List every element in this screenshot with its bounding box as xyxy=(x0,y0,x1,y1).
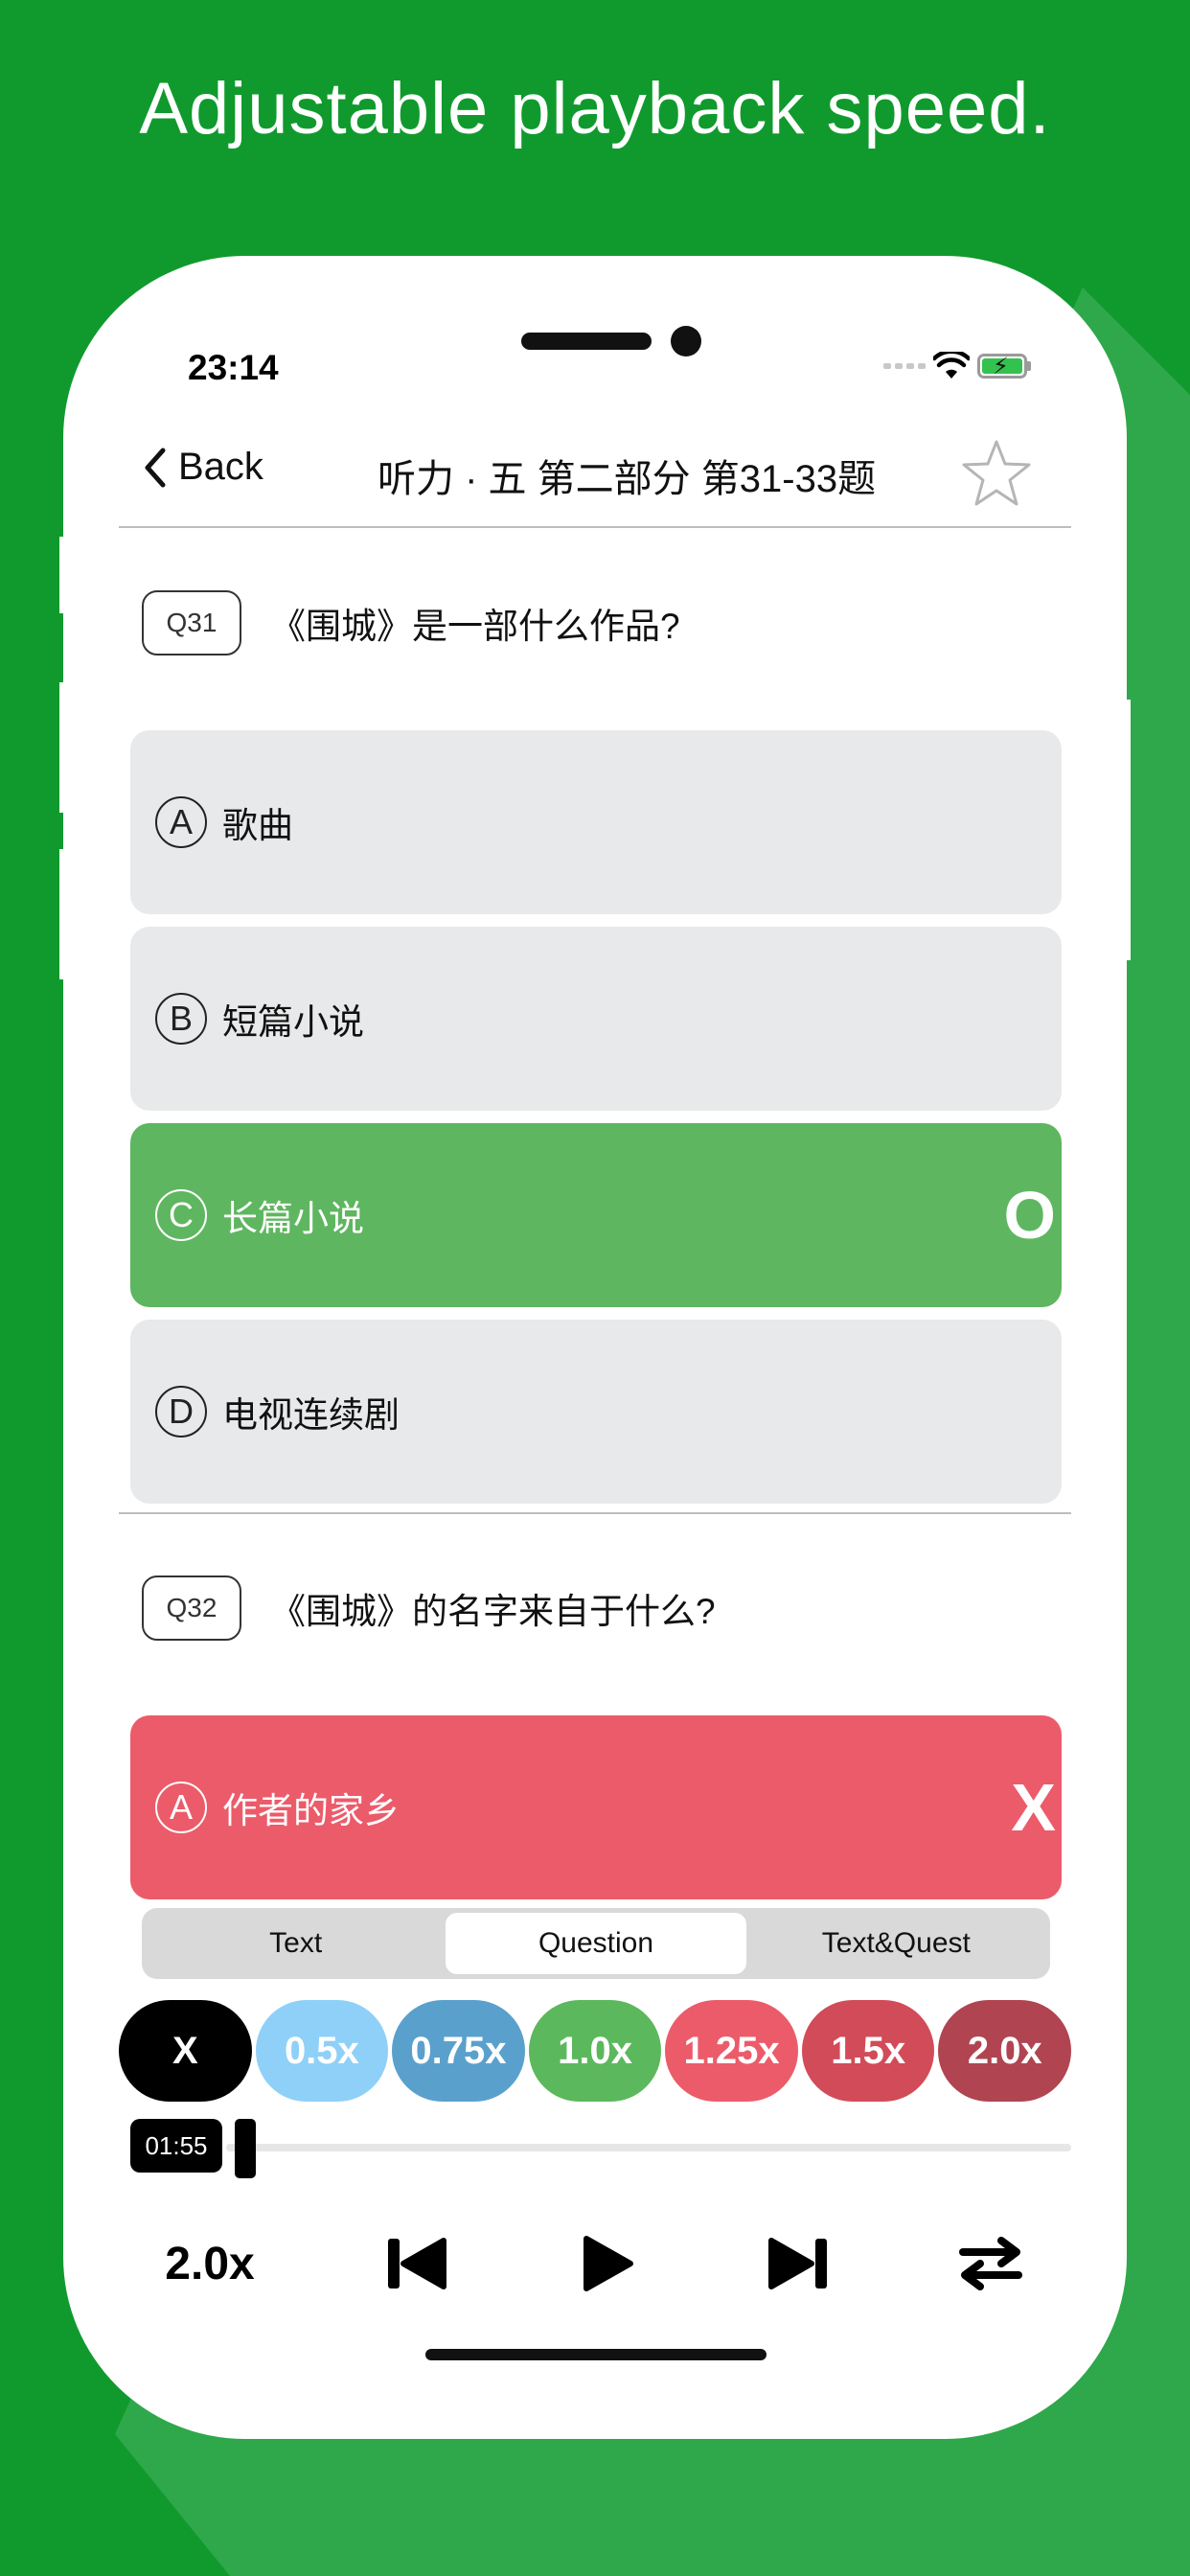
back-button[interactable]: Back xyxy=(142,446,263,489)
option-text: 短篇小说 xyxy=(222,1002,364,1042)
home-indicator xyxy=(425,2349,767,2360)
question-number-badge: Q32 xyxy=(142,1576,241,1641)
option-text: 长篇小说 xyxy=(222,1199,364,1238)
status-time: 23:14 xyxy=(188,348,279,387)
repeat-mode-button[interactable] xyxy=(943,2211,1039,2316)
speaker-grille xyxy=(521,333,652,350)
play-button[interactable] xyxy=(560,2211,655,2316)
favorite-button[interactable] xyxy=(960,438,1033,514)
question-header-q32: Q32 《围城》的名字来自于什么? xyxy=(142,1576,716,1641)
q31-option-c[interactable]: C 长篇小说 O xyxy=(130,1123,1062,1307)
option-letter: C xyxy=(155,1189,207,1241)
progress-thumb[interactable] xyxy=(234,2119,256,2178)
speed-1-25x-button[interactable]: 1.25x xyxy=(665,2000,798,2102)
skip-previous-icon xyxy=(388,2238,446,2289)
back-label: Back xyxy=(178,446,263,488)
promo-headline: Adjustable playback speed. xyxy=(139,68,1051,150)
question-number-badge: Q31 xyxy=(142,590,241,656)
q31-option-a[interactable]: A 歌曲 xyxy=(130,730,1062,914)
question-text: 《围城》的名字来自于什么? xyxy=(270,1592,716,1631)
nav-divider xyxy=(119,526,1071,528)
wifi-icon xyxy=(933,352,970,379)
speed-1-0x-button[interactable]: 1.0x xyxy=(528,2000,662,2102)
option-letter: A xyxy=(155,1782,207,1833)
progress-track[interactable] xyxy=(226,2144,1071,2151)
repeat-arrows-icon xyxy=(959,2237,1022,2290)
player-controls: 2.0x xyxy=(119,2211,1071,2316)
question-header-q31: Q31 《围城》是一部什么作品? xyxy=(142,590,680,656)
wrong-mark: X xyxy=(1011,1770,1056,1845)
q31-option-d[interactable]: D 电视连续剧 xyxy=(130,1320,1062,1504)
speed-2-0x-button[interactable]: 2.0x xyxy=(938,2000,1072,2102)
page-title: 听力 · 五 第二部分 第31-33题 xyxy=(378,458,877,500)
chevron-left-icon xyxy=(145,448,166,487)
speed-0-75x-button[interactable]: 0.75x xyxy=(392,2000,525,2102)
option-letter: D xyxy=(155,1386,207,1438)
speed-0-5x-button[interactable]: 0.5x xyxy=(255,2000,389,2102)
front-camera xyxy=(671,326,701,356)
option-text: 电视连续剧 xyxy=(222,1395,400,1435)
tab-text[interactable]: Text xyxy=(146,1913,446,1974)
correct-mark: O xyxy=(1003,1178,1056,1253)
phone-frame: 23:14 ⚡ Back 听力 · 五 第二部分 第31-33题 Q31 《围城… xyxy=(63,256,1127,2439)
previous-track-button[interactable] xyxy=(368,2211,464,2316)
status-icons: ⚡ xyxy=(883,352,1031,380)
option-text: 作者的家乡 xyxy=(222,1791,400,1830)
cellular-signal-icon xyxy=(883,363,926,369)
display-mode-segmented-control: Text Question Text&Quest xyxy=(142,1908,1050,1979)
question-text: 《围城》是一部什么作品? xyxy=(270,607,680,646)
skip-next-icon xyxy=(768,2238,827,2289)
q31-option-b[interactable]: B 短篇小说 xyxy=(130,927,1062,1111)
playback-rate-label: 2.0x xyxy=(165,2238,255,2289)
speed-1-5x-button[interactable]: 1.5x xyxy=(801,2000,935,2102)
play-icon xyxy=(584,2236,633,2291)
speed-options: X 0.5x 0.75x 1.0x 1.25x 1.5x 2.0x xyxy=(119,2000,1072,2102)
battery-charging-icon: ⚡ xyxy=(977,354,1027,380)
battery-tip xyxy=(1027,361,1031,371)
close-speed-button[interactable]: X xyxy=(119,2000,252,2102)
tab-question[interactable]: Question xyxy=(446,1913,746,1974)
option-letter: A xyxy=(155,796,207,848)
star-outline-icon xyxy=(962,440,1031,506)
option-letter: B xyxy=(155,993,207,1045)
question-divider xyxy=(119,1512,1071,1514)
playback-rate-button[interactable]: 2.0x xyxy=(138,2211,282,2316)
navigation-bar: Back 听力 · 五 第二部分 第31-33题 xyxy=(119,428,1071,517)
elapsed-time: 01:55 xyxy=(130,2119,222,2173)
option-text: 歌曲 xyxy=(222,806,293,845)
q32-option-a[interactable]: A 作者的家乡 X xyxy=(130,1715,1062,1899)
next-track-button[interactable] xyxy=(751,2211,847,2316)
tab-text-and-question[interactable]: Text&Quest xyxy=(746,1913,1046,1974)
